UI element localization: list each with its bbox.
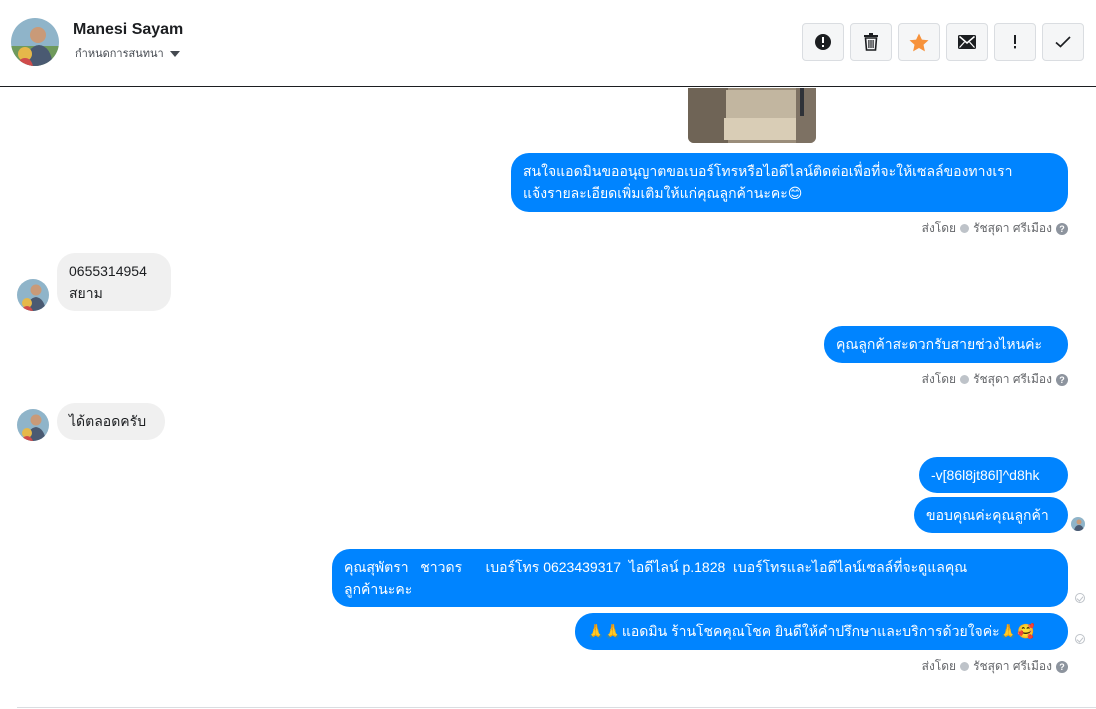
sent-by-label: ส่งโดย [921, 372, 957, 386]
star-icon [909, 33, 929, 51]
message-text: 0655314954 [69, 263, 147, 279]
sent-by-label: ส่งโดย [921, 659, 957, 673]
sent-by-info: ส่งโดย รัชสุดา ศรีเมือง ? [922, 370, 1068, 389]
image-attachment[interactable] [688, 88, 816, 143]
contact-name[interactable]: Manesi Sayam [73, 21, 183, 39]
message-text: แจ้งรายละเอียดเพิ่มเติมให้แก่คุณลูกค้านะ… [523, 185, 803, 201]
contact-avatar[interactable] [11, 18, 59, 66]
agent-status-icon [960, 224, 970, 233]
trash-icon [864, 33, 878, 51]
incoming-message[interactable]: ได้ตลอดครับ [57, 403, 165, 440]
message-text: สยาม [69, 285, 103, 301]
conversation-header: Manesi Sayam กำหนดการสนทนา [0, 0, 1096, 87]
mark-unread-button[interactable] [946, 23, 988, 61]
agent-status-icon [960, 375, 970, 384]
envelope-icon [958, 35, 976, 49]
outgoing-message[interactable]: ขอบคุณค่ะคุณลูกค้า [914, 497, 1068, 533]
message-thread[interactable]: สนใจแอดมินขออนุญาตขอเบอร์โทรหรือไอดีไลน์… [0, 88, 1096, 709]
seen-by-avatar [1071, 517, 1085, 531]
delete-button[interactable] [850, 23, 892, 61]
sent-by-info: ส่งโดย รัชสุดา ศรีเมือง ? [922, 219, 1068, 238]
header-actions [802, 23, 1084, 61]
composer-divider [17, 707, 1096, 708]
outgoing-message[interactable]: -v[86l8jt86l]^d8hk [919, 457, 1068, 493]
report-button[interactable] [802, 23, 844, 61]
alert-circle-icon [815, 34, 831, 50]
sent-by-label: ส่งโดย [921, 221, 957, 235]
contact-avatar-small[interactable] [17, 279, 49, 311]
outgoing-message[interactable]: 🙏🙏แอดมิน ร้านโชคคุณโชค ยินดีให้คำปรึกษาแ… [575, 613, 1068, 650]
message-text: คุณลูกค้าสะดวกรับสายช่วงไหนค่ะ [836, 336, 1043, 352]
delivered-icon [1075, 593, 1085, 603]
message-text: ขอบคุณค่ะคุณลูกค้า [926, 507, 1049, 523]
message-text: 🙏🙏แอดมิน ร้านโชคคุณโชค ยินดีให้คำปรึกษาแ… [587, 623, 1035, 639]
contact-avatar-small[interactable] [17, 409, 49, 441]
sent-by-info: ส่งโดย รัชสุดา ศรีเมือง ? [922, 657, 1068, 676]
conversation-label-dropdown[interactable]: กำหนดการสนทนา [75, 44, 180, 62]
spam-button[interactable] [994, 23, 1036, 61]
message-text: คุณสุพัตรา ชาวดร เบอร์โทร 0623439317 ไอด… [344, 559, 968, 575]
message-text: -v[86l8jt86l]^d8hk [931, 467, 1040, 483]
message-text: ได้ตลอดครับ [69, 413, 147, 429]
help-icon[interactable]: ? [1056, 373, 1068, 386]
exclamation-icon [1014, 35, 1016, 49]
star-button[interactable] [898, 23, 940, 61]
help-icon[interactable]: ? [1056, 222, 1068, 235]
message-text: ลูกค้านะคะ [344, 581, 413, 597]
caret-down-icon [169, 50, 180, 57]
checkmark-icon [1055, 36, 1071, 48]
sent-by-agent: รัชสุดา ศรีเมือง [973, 221, 1052, 235]
agent-status-icon [960, 662, 970, 671]
outgoing-message[interactable]: สนใจแอดมินขออนุญาตขอเบอร์โทรหรือไอดีไลน์… [511, 153, 1068, 212]
conversation-label: กำหนดการสนทนา [75, 48, 164, 60]
outgoing-message[interactable]: คุณลูกค้าสะดวกรับสายช่วงไหนค่ะ [824, 326, 1068, 363]
help-icon[interactable]: ? [1056, 660, 1068, 673]
sent-by-agent: รัชสุดา ศรีเมือง [973, 372, 1052, 386]
outgoing-message[interactable]: คุณสุพัตรา ชาวดร เบอร์โทร 0623439317 ไอด… [332, 549, 1068, 607]
message-text: สนใจแอดมินขออนุญาตขอเบอร์โทรหรือไอดีไลน์… [523, 163, 1013, 179]
delivered-icon [1075, 634, 1085, 644]
mark-done-button[interactable] [1042, 23, 1084, 61]
incoming-message[interactable]: 0655314954 สยาม [57, 253, 171, 311]
sent-by-agent: รัชสุดา ศรีเมือง [973, 659, 1052, 673]
